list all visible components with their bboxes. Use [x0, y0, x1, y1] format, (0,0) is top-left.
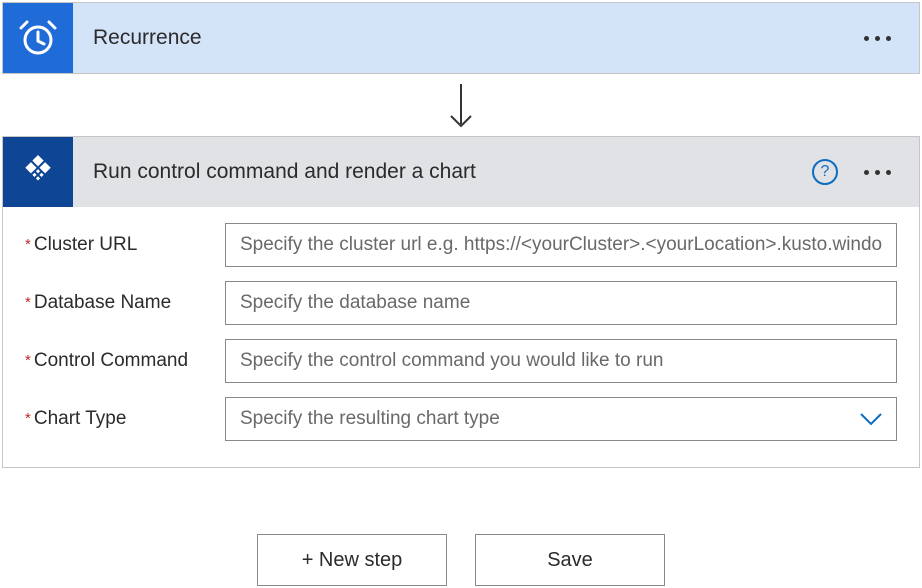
- help-icon[interactable]: ?: [812, 159, 838, 185]
- new-step-button[interactable]: + New step: [257, 534, 447, 586]
- recurrence-title: Recurrence: [73, 26, 856, 50]
- cluster-url-label: * Cluster URL: [25, 234, 225, 256]
- flow-arrow: [2, 74, 920, 136]
- control-command-card: Run control command and render a chart ?…: [2, 136, 920, 468]
- control-title: Run control command and render a chart: [73, 160, 812, 184]
- required-star: *: [25, 408, 31, 430]
- cluster-url-row: * Cluster URL: [25, 223, 897, 267]
- database-name-row: * Database Name: [25, 281, 897, 325]
- control-more-button[interactable]: [856, 162, 899, 183]
- control-body: * Cluster URL * Database Name * Control …: [3, 207, 919, 467]
- required-star: *: [25, 350, 31, 372]
- control-command-input[interactable]: [225, 339, 897, 383]
- control-header[interactable]: Run control command and render a chart ?: [3, 137, 919, 207]
- control-command-row: * Control Command: [25, 339, 897, 383]
- recurrence-icon: [3, 3, 73, 73]
- chevron-down-icon: [859, 412, 883, 426]
- kusto-icon: [3, 137, 73, 207]
- button-row: + New step Save: [2, 534, 920, 586]
- chart-type-select[interactable]: Specify the resulting chart type: [225, 397, 897, 441]
- database-name-label: * Database Name: [25, 292, 225, 314]
- control-command-label: * Control Command: [25, 350, 225, 372]
- save-button[interactable]: Save: [475, 534, 665, 586]
- cluster-url-input[interactable]: [225, 223, 897, 267]
- recurrence-header[interactable]: Recurrence: [3, 3, 919, 73]
- recurrence-card: Recurrence: [2, 2, 920, 74]
- database-name-input[interactable]: [225, 281, 897, 325]
- required-star: *: [25, 234, 31, 256]
- chart-type-row: * Chart Type Specify the resulting chart…: [25, 397, 897, 441]
- chart-type-label: * Chart Type: [25, 408, 225, 430]
- recurrence-more-button[interactable]: [856, 28, 899, 49]
- required-star: *: [25, 292, 31, 314]
